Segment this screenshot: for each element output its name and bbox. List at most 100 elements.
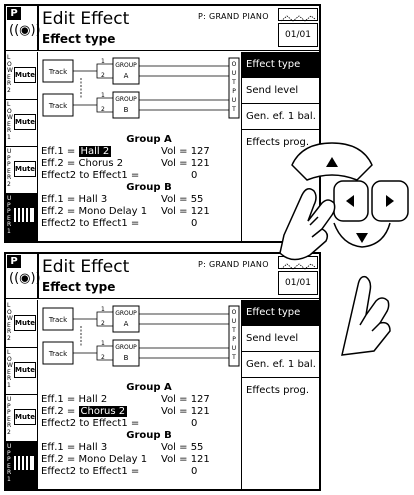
eff1-vol: Vol = 55: [161, 194, 204, 205]
eff1-value[interactable]: Hall 3: [79, 442, 108, 453]
track-a-label: Track: [48, 316, 68, 324]
slot-lower-2[interactable]: LOWER 2 Mute: [6, 300, 37, 348]
group-b-label-2: B: [124, 354, 129, 362]
mute-button[interactable]: Mute: [14, 362, 36, 378]
preset-name: P: GRAND PIANO: [198, 12, 269, 21]
slot-lower-1[interactable]: LOWER 1 Mute: [6, 347, 37, 395]
eff1-label: Eff.1 =: [41, 194, 76, 205]
svg-text:U: U: [232, 70, 236, 77]
slot-label: UPPER 1: [7, 443, 12, 483]
group-a-send-row[interactable]: Effect2 to Effect1 = 0: [41, 170, 239, 182]
eff2-label: Eff.2 =: [41, 206, 76, 217]
svg-text:1: 1: [101, 306, 105, 313]
preset-name: P: GRAND PIANO: [198, 260, 269, 269]
header-divider: [37, 6, 39, 50]
eff2-vol: Vol = 121: [161, 454, 210, 465]
group-a-heading: Group A: [126, 134, 172, 145]
group-b-eff2-row[interactable]: Eff.2 = Mono Delay 1 Vol = 121: [41, 206, 239, 218]
eff2-value[interactable]: Mono Delay 1: [79, 206, 148, 217]
slot-upper-1[interactable]: UPPER 1: [6, 441, 37, 489]
menu-item-effects-prog[interactable]: Effects prog.: [242, 378, 319, 403]
group-a-eff1-row[interactable]: Eff.1 = Hall 2 Vol = 127: [41, 394, 239, 406]
keyboard-icon: [14, 456, 34, 470]
group-b-send-row[interactable]: Effect2 to Effect1 = 0: [41, 466, 239, 478]
track-a-label: Track: [48, 68, 68, 76]
group-b-label-1: GROUP: [115, 96, 137, 103]
svg-text:T: T: [231, 106, 236, 113]
waveform-icon: [278, 8, 318, 22]
slot-upper-2[interactable]: UPPER 2 Mute: [6, 146, 37, 194]
menu-item-effect-type[interactable]: Effect type: [242, 52, 319, 78]
group-b-heading: Group B: [126, 430, 172, 441]
cursor-keys-illustration: [279, 142, 409, 356]
group-a-label-1: GROUP: [115, 310, 137, 317]
p-badge: P: [7, 255, 21, 268]
svg-text:P: P: [232, 88, 236, 95]
svg-text:U: U: [232, 345, 236, 352]
page-subtitle: Effect type: [42, 280, 116, 294]
header-bar: P ((◉)) Edit Effect Effect type P: GRAND…: [6, 6, 319, 51]
group-a-eff2-row[interactable]: Eff.2 = Chorus 2 Vol = 121: [41, 406, 239, 418]
page-indicator: 01/01: [278, 23, 318, 47]
svg-text:U: U: [232, 97, 236, 104]
group-a-eff1-row[interactable]: Eff.1 = Hall 2 Vol = 127: [41, 146, 239, 158]
eff1-label: Eff.1 =: [41, 394, 76, 405]
send-label: Effect2 to Effect1 =: [41, 466, 140, 477]
eff2-label: Eff.2 =: [41, 454, 76, 465]
mute-button[interactable]: Mute: [14, 315, 36, 331]
p-badge: P: [7, 7, 21, 20]
group-a-send-row[interactable]: Effect2 to Effect1 = 0: [41, 418, 239, 430]
svg-text:O: O: [232, 309, 237, 316]
track-b-label: Track: [48, 350, 68, 358]
slot-label: UPPER 2: [7, 396, 12, 436]
effect-params: Group A Eff.1 = Hall 2 Vol = 127 Eff.2 =…: [41, 134, 239, 230]
part-sidebar: LOWER 2 Mute LOWER 1 Mute UPPER 2 Mute U…: [6, 300, 38, 489]
send-value[interactable]: 0: [191, 170, 197, 182]
eff1-value[interactable]: Hall 3: [79, 194, 108, 205]
eff2-value[interactable]: Chorus 2: [78, 406, 128, 417]
eff1-vol: Vol = 127: [161, 146, 210, 157]
group-a-heading: Group A: [126, 382, 172, 393]
group-a-label-2: A: [124, 320, 129, 328]
mute-button[interactable]: Mute: [14, 67, 36, 83]
routing-diagram: Track Track GROUP A GROUP B O U T P U T …: [42, 305, 240, 367]
slot-label: LOWER 1: [7, 349, 13, 389]
pointing-hand-down: [341, 275, 391, 356]
svg-text:2: 2: [101, 72, 105, 79]
group-b-eff1-row[interactable]: Eff.1 = Hall 3 Vol = 55: [41, 442, 239, 454]
svg-text:O: O: [232, 61, 237, 68]
group-b-label-1: GROUP: [115, 344, 137, 351]
mute-button[interactable]: Mute: [14, 409, 36, 425]
slot-upper-1[interactable]: UPPER 1: [6, 193, 37, 241]
send-value[interactable]: 0: [191, 466, 197, 478]
eff2-value[interactable]: Mono Delay 1: [79, 454, 148, 465]
slot-label: LOWER 2: [7, 302, 13, 342]
mute-button[interactable]: Mute: [14, 161, 36, 177]
pointing-hand-up: [279, 188, 336, 261]
group-b-eff1-row[interactable]: Eff.1 = Hall 3 Vol = 55: [41, 194, 239, 206]
group-a-eff2-row[interactable]: Eff.2 = Chorus 2 Vol = 121: [41, 158, 239, 170]
eff2-value[interactable]: Chorus 2: [79, 158, 124, 169]
svg-text:2: 2: [101, 106, 105, 113]
svg-text:T: T: [231, 354, 236, 361]
slot-lower-1[interactable]: LOWER 1 Mute: [6, 99, 37, 147]
slot-lower-2[interactable]: LOWER 2 Mute: [6, 52, 37, 100]
svg-text:T: T: [231, 327, 236, 334]
menu-item-send-level[interactable]: Send level: [242, 78, 319, 104]
send-value[interactable]: 0: [191, 218, 197, 230]
eff1-value[interactable]: Hall 2: [79, 394, 108, 405]
svg-text:1: 1: [101, 340, 105, 347]
slot-upper-2[interactable]: UPPER 2 Mute: [6, 394, 37, 442]
mute-button[interactable]: Mute: [14, 114, 36, 130]
group-b-eff2-row[interactable]: Eff.2 = Mono Delay 1 Vol = 121: [41, 454, 239, 466]
eff1-value[interactable]: Hall 2: [78, 146, 112, 157]
part-sidebar: LOWER 2 Mute LOWER 1 Mute UPPER 2 Mute U…: [6, 52, 38, 241]
page-title: Edit Effect: [42, 257, 130, 277]
group-b-heading: Group B: [126, 182, 172, 193]
keyboard-icon: [14, 208, 34, 222]
eff2-label: Eff.2 =: [41, 406, 76, 417]
page-title: Edit Effect: [42, 9, 130, 29]
svg-text:T: T: [231, 79, 236, 86]
send-value[interactable]: 0: [191, 418, 197, 430]
group-b-send-row[interactable]: Effect2 to Effect1 = 0: [41, 218, 239, 230]
